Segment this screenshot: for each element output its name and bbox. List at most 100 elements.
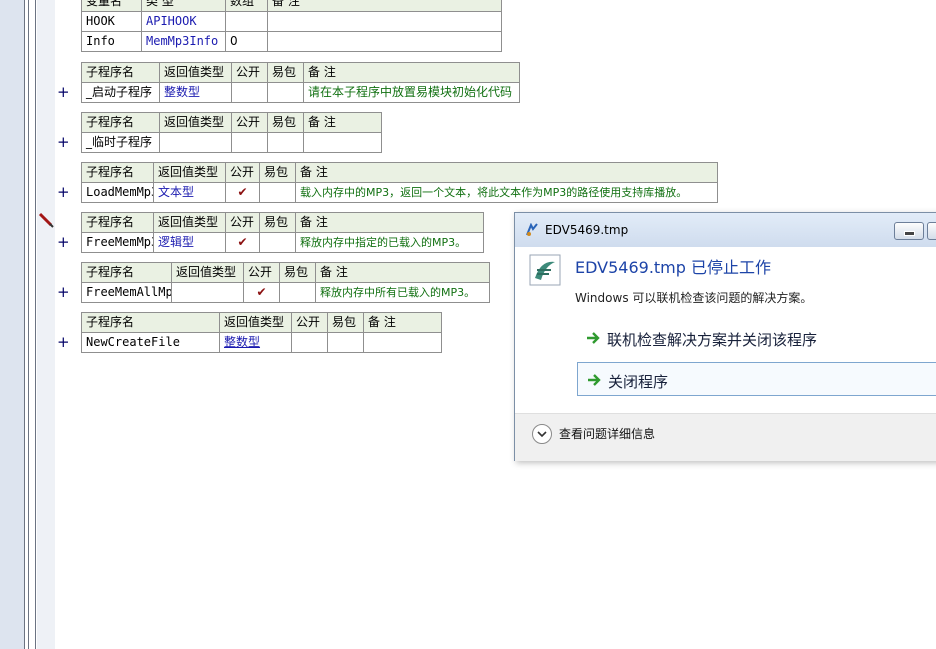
left-gutter xyxy=(0,0,24,649)
col-header: 备 注 xyxy=(363,312,442,333)
sub-name[interactable]: _临时子程序 xyxy=(81,132,160,153)
table-header: 子程序名 返回值类型 公开 易包 备 注 xyxy=(81,312,442,333)
col-header: 备 注 xyxy=(295,162,718,183)
col-header: 数组 xyxy=(225,0,268,12)
col-header: 返回值类型 xyxy=(153,162,226,183)
sub-easy-pkg[interactable] xyxy=(327,332,364,353)
sub-public-check-icon[interactable]: ✔ xyxy=(225,232,260,253)
expand-icon[interactable]: + xyxy=(57,83,70,102)
col-header: 公开 xyxy=(243,262,280,283)
table-row[interactable]: FreeMemAllMp3 ✔ 释放内存中所有已载入的MP3。 xyxy=(81,282,490,303)
table-header: 子程序名 返回值类型 公开 易包 备 注 xyxy=(81,162,718,183)
expand-icon[interactable]: + xyxy=(57,333,70,352)
sub-return-type[interactable] xyxy=(171,282,244,303)
var-array[interactable] xyxy=(225,11,268,32)
minimize-icon xyxy=(904,231,915,236)
sub-public-check-icon[interactable]: ✔ xyxy=(225,182,260,203)
sub-easy-pkg[interactable] xyxy=(279,282,316,303)
table-row[interactable]: LoadMemMp3 文本型 ✔ 载入内存中的MP3，返回一个文本，将此文本作为… xyxy=(81,182,718,203)
check-online-label: 联机检查解决方案并关闭该程序 xyxy=(607,331,818,349)
sub-return-type[interactable] xyxy=(159,132,232,153)
subroutine-table: 子程序名 返回值类型 公开 易包 备 注 FreeMemMp3 逻辑型 ✔ 释放… xyxy=(81,212,484,253)
col-header: 备 注 xyxy=(315,262,490,283)
subroutine-table: 子程序名 返回值类型 公开 易包 备 注 LoadMemMp3 文本型 ✔ 载入… xyxy=(81,162,718,203)
expand-icon[interactable]: + xyxy=(57,233,70,252)
var-type[interactable]: MemMp3Info xyxy=(141,31,226,52)
sub-note[interactable]: 释放内存中指定的已载入的MP3。 xyxy=(295,232,484,253)
col-header: 备 注 xyxy=(295,212,484,233)
sub-name[interactable]: FreeMemMp3 xyxy=(81,232,154,253)
sub-note[interactable]: 释放内存中所有已载入的MP3。 xyxy=(315,282,490,303)
check-online-button[interactable]: 联机检查解决方案并关闭该程序 xyxy=(577,321,936,355)
expand-icon[interactable]: + xyxy=(57,283,70,302)
sub-name[interactable]: NewCreateFile xyxy=(81,332,220,353)
var-note[interactable] xyxy=(267,31,502,52)
sub-return-type[interactable]: 整数型 xyxy=(159,82,232,103)
var-type[interactable]: APIHOOK xyxy=(141,11,226,32)
sub-return-type[interactable]: 逻辑型 xyxy=(153,232,226,253)
dialog-titlebar[interactable]: EDV5469.tmp xyxy=(515,213,936,247)
sub-name[interactable]: LoadMemMp3 xyxy=(81,182,154,203)
sub-note[interactable] xyxy=(303,132,382,153)
sub-name[interactable]: _启动子程序 xyxy=(81,82,160,103)
sub-public[interactable] xyxy=(291,332,328,353)
col-header: 备 注 xyxy=(303,62,520,83)
maximize-button[interactable] xyxy=(927,222,936,240)
sub-note[interactable]: 请在本子程序中放置易模块初始化代码 xyxy=(303,82,520,103)
sub-easy-pkg[interactable] xyxy=(267,82,304,103)
table-row[interactable]: FreeMemMp3 逻辑型 ✔ 释放内存中指定的已载入的MP3。 xyxy=(81,232,484,253)
view-details-link[interactable]: 查看问题详细信息 xyxy=(559,425,655,442)
gutter-line xyxy=(24,0,25,649)
gutter-line xyxy=(28,0,29,649)
sub-return-type[interactable]: 整数型 xyxy=(219,332,292,353)
subroutine-table: 子程序名 返回值类型 公开 易包 备 注 _临时子程序 xyxy=(81,112,382,153)
col-header: 返回值类型 xyxy=(171,262,244,283)
sub-easy-pkg[interactable] xyxy=(267,132,304,153)
var-name[interactable]: HOOK xyxy=(81,11,142,32)
col-header: 子程序名 xyxy=(81,212,154,233)
col-header: 子程序名 xyxy=(81,312,220,333)
sub-public[interactable] xyxy=(231,132,268,153)
col-header: 易包 xyxy=(267,62,304,83)
sub-easy-pkg[interactable] xyxy=(259,232,296,253)
var-note[interactable] xyxy=(267,11,502,32)
col-header: 易包 xyxy=(327,312,364,333)
sub-public[interactable] xyxy=(231,82,268,103)
minimize-button[interactable] xyxy=(894,222,924,240)
col-header: 公开 xyxy=(225,162,260,183)
table-row[interactable]: HOOK APIHOOK xyxy=(81,11,502,32)
gutter-line xyxy=(35,0,36,649)
dialog-footer: 查看问题详细信息 xyxy=(515,413,936,461)
sub-name[interactable]: FreeMemAllMp3 xyxy=(81,282,172,303)
col-header: 备 注 xyxy=(267,0,502,12)
pencil-icon xyxy=(38,212,54,231)
table-row[interactable]: Info MemMp3Info 0 xyxy=(81,31,502,52)
col-header: 备 注 xyxy=(303,112,382,133)
col-header: 公开 xyxy=(291,312,328,333)
table-header: 子程序名 返回值类型 公开 易包 备 注 xyxy=(81,62,520,83)
table-row[interactable]: NewCreateFile 整数型 xyxy=(81,332,442,353)
sub-public-check-icon[interactable]: ✔ xyxy=(243,282,280,303)
expand-icon[interactable]: + xyxy=(57,183,70,202)
sub-easy-pkg[interactable] xyxy=(259,182,296,203)
app-icon xyxy=(529,254,561,286)
col-header: 子程序名 xyxy=(81,262,172,283)
green-arrow-icon xyxy=(586,372,602,391)
col-header: 返回值类型 xyxy=(159,112,232,133)
var-name[interactable]: Info xyxy=(81,31,142,52)
col-header: 返回值类型 xyxy=(219,312,292,333)
expand-icon[interactable]: + xyxy=(57,133,70,152)
sub-note[interactable] xyxy=(363,332,442,353)
chevron-down-icon[interactable] xyxy=(532,424,552,444)
table-row[interactable]: _临时子程序 xyxy=(81,132,382,153)
sub-return-type[interactable]: 文本型 xyxy=(153,182,226,203)
close-program-button[interactable]: 关闭程序 xyxy=(577,362,936,396)
var-array[interactable]: 0 xyxy=(225,31,268,52)
col-header: 易包 xyxy=(267,112,304,133)
col-header: 返回值类型 xyxy=(159,62,232,83)
table-row[interactable]: _启动子程序 整数型 请在本子程序中放置易模块初始化代码 xyxy=(81,82,520,103)
subroutine-table: 子程序名 返回值类型 公开 易包 备 注 FreeMemAllMp3 ✔ 释放内… xyxy=(81,262,490,303)
dialog-body: EDV5469.tmp 已停止工作 Windows 可以联机检查该问题的解决方案… xyxy=(515,247,936,413)
col-header: 易包 xyxy=(259,162,296,183)
sub-note[interactable]: 载入内存中的MP3，返回一个文本，将此文本作为MP3的路径使用支持库播放。 xyxy=(295,182,718,203)
